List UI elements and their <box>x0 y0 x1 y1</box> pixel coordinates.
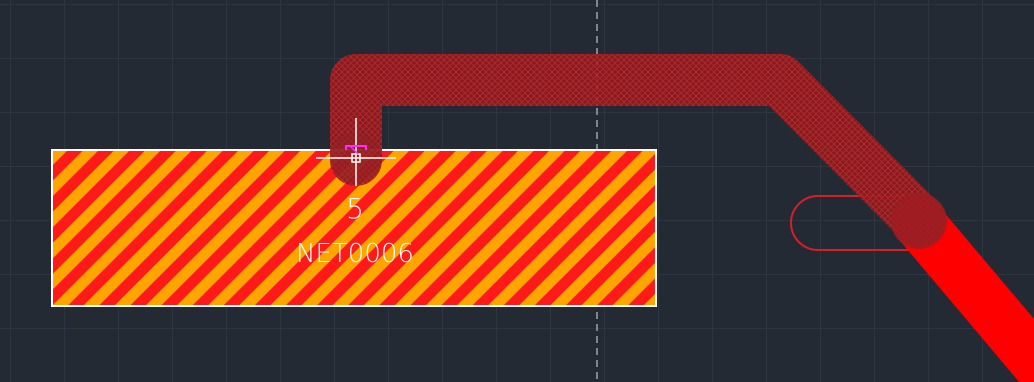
pad-net-label: NET0006 <box>296 239 414 269</box>
pcb-canvas[interactable]: 5 NET0006 <box>0 0 1034 382</box>
via-endpoint[interactable] <box>891 193 947 249</box>
pcb-view[interactable]: 5 NET0006 <box>0 0 1034 382</box>
pad-number-label: 5 <box>346 192 364 225</box>
